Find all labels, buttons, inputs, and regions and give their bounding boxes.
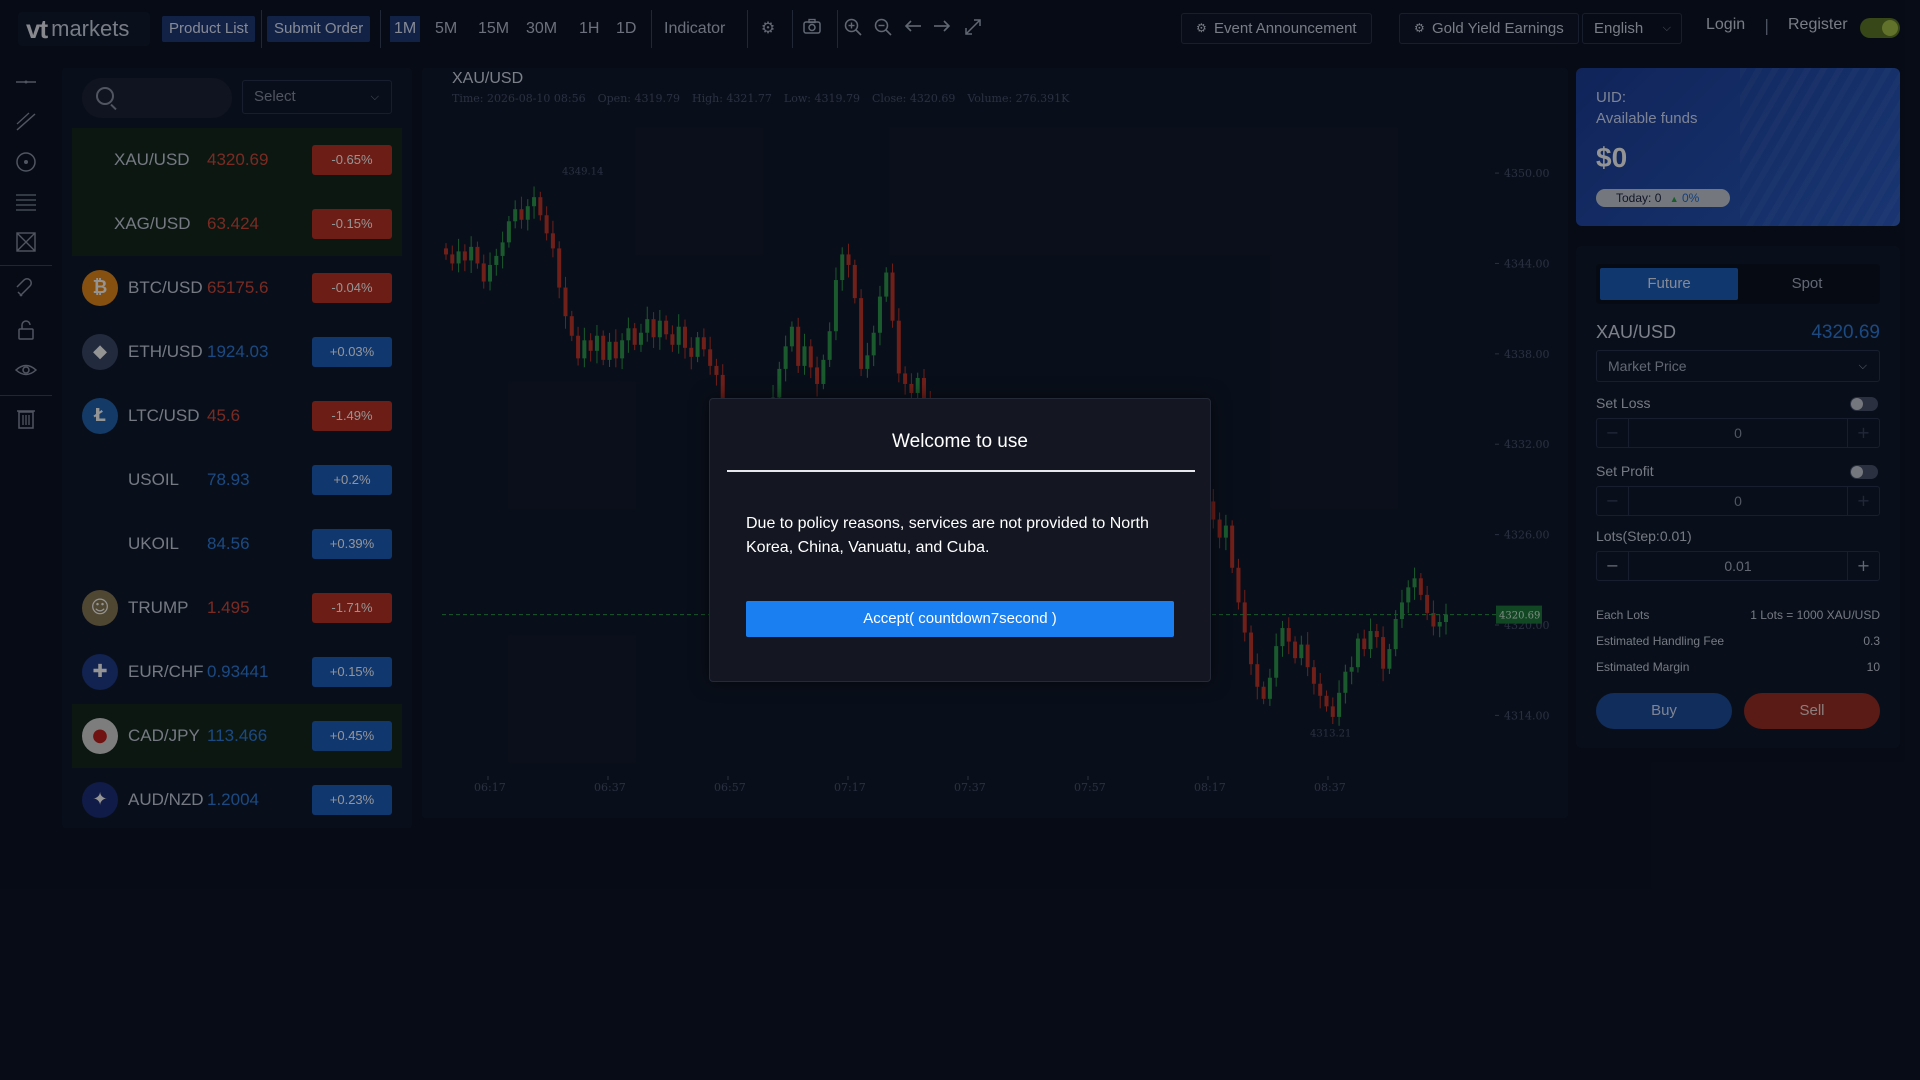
- accept-button[interactable]: Accept( countdown7second ): [746, 601, 1174, 637]
- modal-message: Due to policy reasons, services are not …: [746, 515, 1149, 556]
- modal-divider: [727, 470, 1195, 472]
- modal-title: Welcome to use: [892, 431, 1028, 452]
- welcome-modal: Welcome to use Due to policy reasons, se…: [709, 398, 1211, 682]
